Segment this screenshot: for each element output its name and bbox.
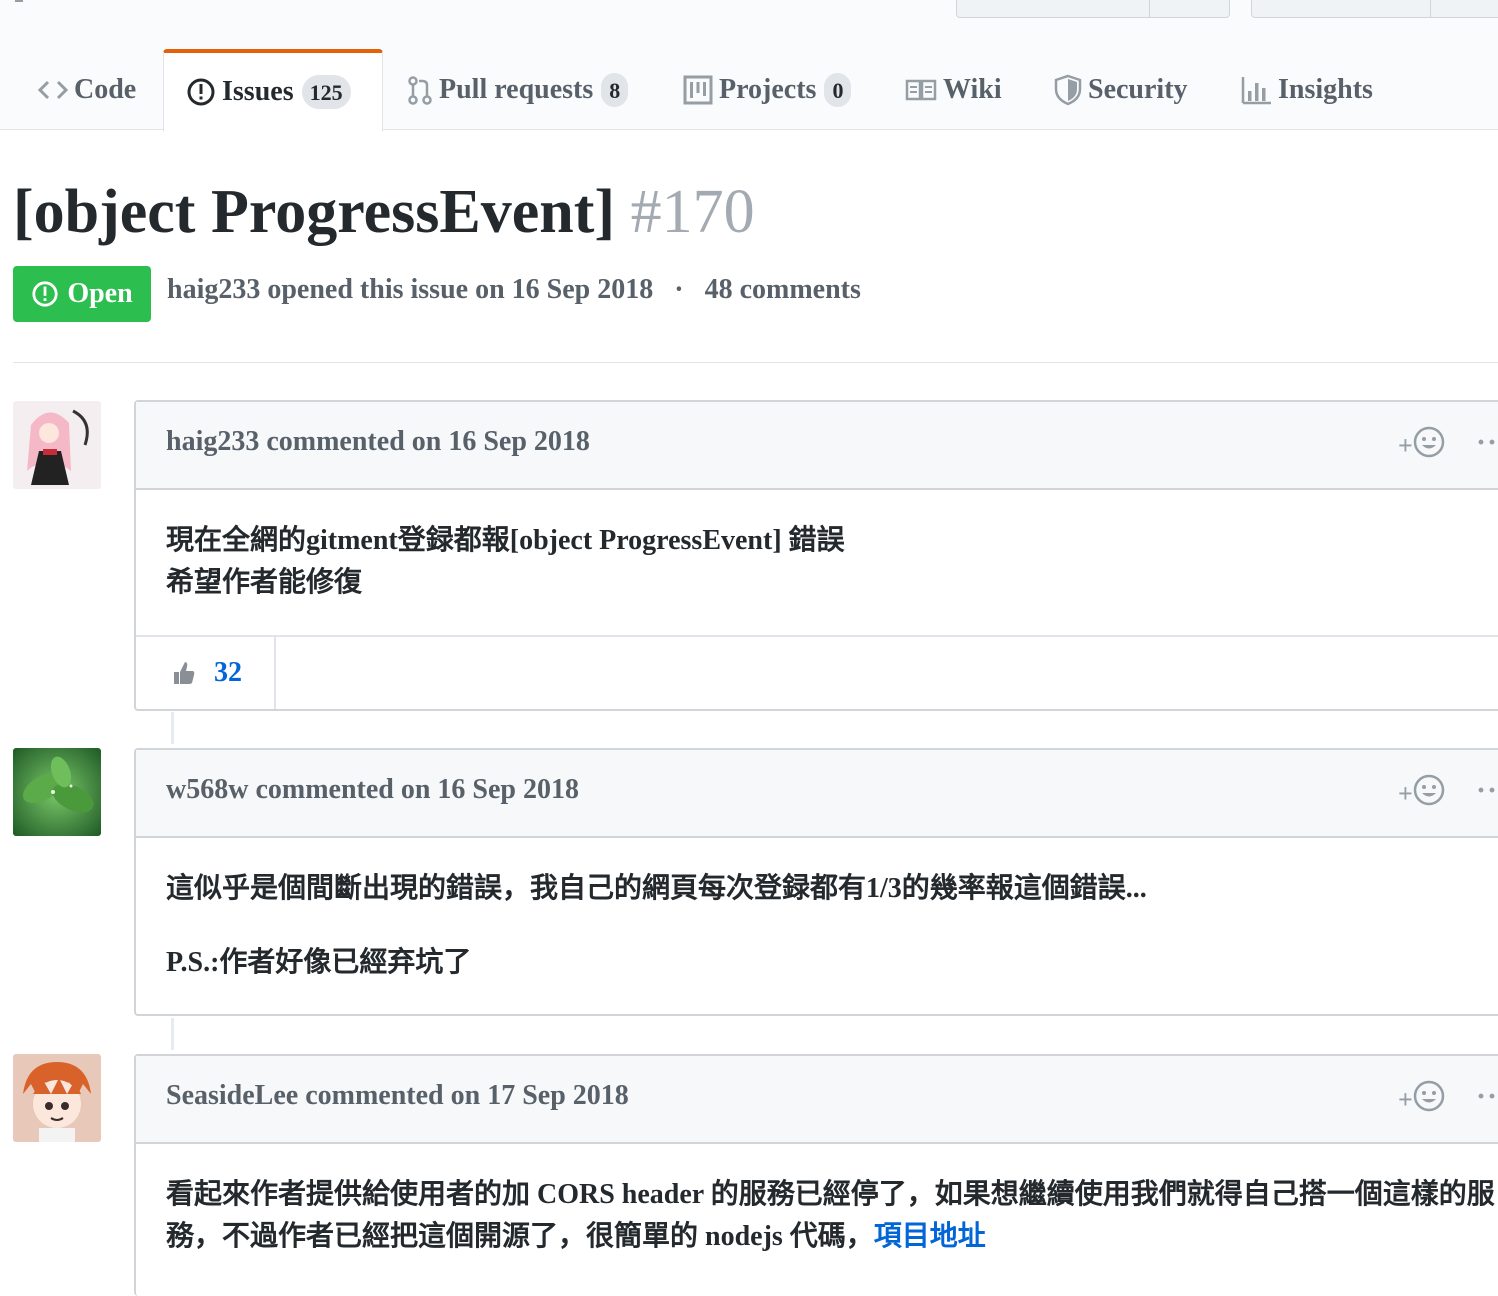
comment-line: P.S.:作者好像已經弃坑了 xyxy=(166,947,472,978)
smiley-icon xyxy=(1413,774,1445,813)
tab-label: Issues xyxy=(222,76,294,107)
plus-icon: + xyxy=(1398,430,1413,460)
thumbs-up-icon xyxy=(170,660,196,686)
smiley-icon xyxy=(1413,426,1445,465)
comment-box: SeasideLee commented on 17 Sep 2018 + ··… xyxy=(134,1054,1498,1296)
add-reaction-button[interactable]: + xyxy=(1398,1080,1445,1119)
more-actions-button[interactable]: ··· xyxy=(1476,426,1498,460)
comment-author-link[interactable]: haig233 xyxy=(166,426,259,457)
comment-date-link[interactable]: on 16 Sep 2018 xyxy=(412,426,590,457)
repo-icon xyxy=(15,0,23,2)
comment-line: 這似乎是個間斷出現的錯誤，我自己的網頁每次登録都有1/3的幾率報這個錯誤... xyxy=(166,873,1147,904)
avatar[interactable] xyxy=(13,748,101,836)
comment-author-link[interactable]: w568w xyxy=(166,774,248,805)
comment-box: w568w commented on 16 Sep 2018 + ··· 這似乎… xyxy=(134,748,1498,1016)
comments-count: 48 comments xyxy=(704,274,861,305)
timeline-line xyxy=(171,712,174,744)
star-button[interactable] xyxy=(1251,0,1498,18)
issue-opened-icon xyxy=(31,280,59,308)
issue-meta: haig233 opened this issue on 16 Sep 2018… xyxy=(167,274,861,306)
issue-title: [object ProgressEvent] #170 xyxy=(13,176,755,248)
state-badge: Open xyxy=(13,266,151,322)
comment-date-link[interactable]: on 17 Sep 2018 xyxy=(451,1080,629,1111)
comment-author-link[interactable]: SeasideLee xyxy=(166,1080,298,1111)
comment-meta: haig233 commented on 16 Sep 2018 xyxy=(166,426,590,458)
tab-label: Security xyxy=(1088,73,1188,105)
code-icon xyxy=(38,79,68,101)
comment-line: 希望作者能修復 xyxy=(166,567,363,598)
comment-action: commented xyxy=(255,774,394,805)
issue-number: #170 xyxy=(630,178,755,246)
issue-title-text: [object ProgressEvent] xyxy=(13,178,616,246)
more-actions-button[interactable]: ··· xyxy=(1476,1080,1498,1114)
projects-counter: 0 xyxy=(824,72,852,107)
avatar[interactable] xyxy=(13,401,101,489)
comment-line-wrap: 務，不過作者已經把這個開源了，很簡單的 nodejs 代碼，項目地址 xyxy=(166,1216,1495,1258)
plus-icon: + xyxy=(1398,1084,1413,1114)
add-reaction-button[interactable]: + xyxy=(1398,426,1445,465)
tab-projects[interactable]: Projects 0 xyxy=(683,50,852,129)
tab-label: Code xyxy=(74,73,137,105)
tab-code[interactable]: Code xyxy=(38,50,136,129)
comment-header: SeasideLee commented on 17 Sep 2018 + ··… xyxy=(136,1056,1498,1144)
comment-meta: w568w commented on 16 Sep 2018 xyxy=(166,774,579,806)
reaction-count: 32 xyxy=(214,657,242,688)
tab-issues[interactable]: Issues 125 xyxy=(163,49,383,132)
comment-action: commented xyxy=(266,426,405,457)
comment-box: haig233 commented on 16 Sep 2018 + ··· 現… xyxy=(134,400,1498,711)
graph-icon xyxy=(1240,75,1272,105)
comment-body: 這似乎是個間斷出現的錯誤，我自己的網頁每次登録都有1/3的幾率報這個錯誤... … xyxy=(166,868,1147,984)
tab-pull-requests[interactable]: Pull requests 8 xyxy=(407,50,629,129)
tab-security[interactable]: Security xyxy=(1054,50,1188,129)
tab-wiki[interactable]: Wiki xyxy=(905,50,1002,129)
tab-label: Projects xyxy=(719,73,817,105)
project-icon xyxy=(683,75,713,105)
book-icon xyxy=(905,78,937,102)
comment-line: 看起來作者提供給使用者的加 CORS header 的服務已經停了，如果想繼續使… xyxy=(166,1179,1495,1210)
issue-opened-text: opened this issue on 16 Sep 2018 xyxy=(267,274,654,305)
pull-requests-counter: 8 xyxy=(601,72,629,107)
watch-button[interactable] xyxy=(956,0,1230,18)
comment-line: 現在全網的gitment登録都報[object ProgressEvent] 錯… xyxy=(166,525,845,556)
issue-author-link[interactable]: haig233 xyxy=(167,274,260,305)
state-label: Open xyxy=(67,278,133,309)
comment-action: commented xyxy=(305,1080,444,1111)
reaction-thumbs-up-button[interactable]: 32 xyxy=(136,637,276,709)
comment-line: 務，不過作者已經把這個開源了，很簡單的 nodejs 代碼， xyxy=(166,1221,874,1252)
timeline-line xyxy=(171,1018,174,1050)
reactions-bar: 32 xyxy=(136,635,1498,709)
meta-separator: · xyxy=(674,274,684,305)
tab-insights[interactable]: Insights xyxy=(1240,50,1373,129)
project-address-link[interactable]: 項目地址 xyxy=(874,1221,986,1252)
comment-date-link[interactable]: on 16 Sep 2018 xyxy=(401,774,579,805)
issue-opened-icon xyxy=(186,77,216,107)
git-pull-request-icon xyxy=(407,75,433,105)
issues-counter: 125 xyxy=(301,75,351,109)
comment-body: 現在全網的gitment登録都報[object ProgressEvent] 錯… xyxy=(166,520,845,604)
add-reaction-button[interactable]: + xyxy=(1398,774,1445,813)
repo-header: Code Issues 125 Pull requests 8 Projects… xyxy=(0,0,1498,132)
more-actions-button[interactable]: ··· xyxy=(1476,774,1498,808)
tab-label: Wiki xyxy=(943,73,1002,105)
smiley-icon xyxy=(1413,1080,1445,1119)
comment-body: 看起來作者提供給使用者的加 CORS header 的服務已經停了，如果想繼續使… xyxy=(166,1174,1495,1258)
divider xyxy=(13,362,1498,363)
comment-header: haig233 commented on 16 Sep 2018 + ··· xyxy=(136,402,1498,490)
comment-meta: SeasideLee commented on 17 Sep 2018 xyxy=(166,1080,629,1112)
tab-label: Pull requests xyxy=(439,73,594,105)
plus-icon: + xyxy=(1398,778,1413,808)
avatar[interactable] xyxy=(13,1054,101,1142)
comment-header: w568w commented on 16 Sep 2018 + ··· xyxy=(136,750,1498,838)
shield-icon xyxy=(1054,74,1082,106)
tab-label: Insights xyxy=(1278,73,1373,105)
